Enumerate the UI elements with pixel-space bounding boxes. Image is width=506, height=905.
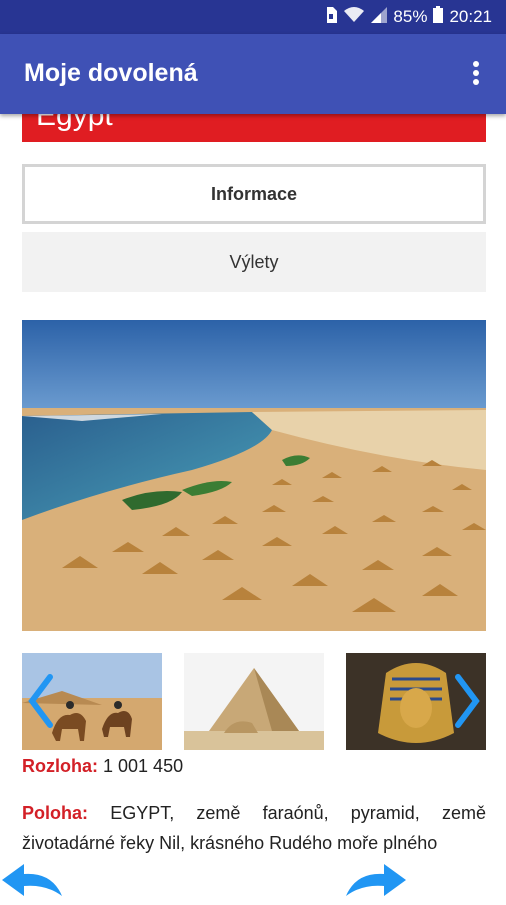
- redo-arrow-icon[interactable]: [342, 858, 408, 900]
- app-title: Moje dovolená: [24, 59, 198, 87]
- app-bar: Moje dovolená: [0, 34, 506, 114]
- area-row: Rozloha: 1 001 450: [22, 756, 486, 777]
- country-name: Egypt: [36, 114, 113, 132]
- info-button[interactable]: Informace: [22, 164, 486, 224]
- chevron-right-icon[interactable]: [452, 673, 482, 729]
- country-banner: Egypt: [22, 114, 486, 142]
- wifi-icon: [343, 6, 365, 28]
- battery-percent: 85%: [393, 7, 428, 26]
- clock: 20:21: [449, 7, 492, 26]
- hero-image: [22, 320, 486, 631]
- thumbnail-gallery: [22, 653, 486, 750]
- sim-icon: [325, 6, 338, 28]
- signal-icon: [371, 6, 388, 28]
- scroll-content[interactable]: Egypt Informace Výlety Rozloha: 1 001 45…: [0, 114, 506, 900]
- location-label: Poloha:: [22, 803, 88, 823]
- area-label: Rozloha:: [22, 756, 98, 776]
- more-vert-icon[interactable]: [468, 60, 484, 88]
- chevron-left-icon[interactable]: [26, 673, 56, 729]
- trips-button[interactable]: Výlety: [22, 232, 486, 292]
- location-paragraph: Poloha: EGYPT, země faraónů, pyramid, ze…: [22, 798, 486, 858]
- status-bar: 85% 20:21: [0, 0, 506, 34]
- undo-arrow-icon[interactable]: [0, 858, 66, 900]
- status-icons: 85% 20:21: [325, 6, 492, 28]
- thumbnail-pyramid[interactable]: [184, 653, 324, 750]
- area-value: 1 001 450: [103, 756, 184, 776]
- location-text: EGYPT, země faraónů, pyramid, země život…: [22, 803, 486, 853]
- battery-icon: [433, 6, 444, 28]
